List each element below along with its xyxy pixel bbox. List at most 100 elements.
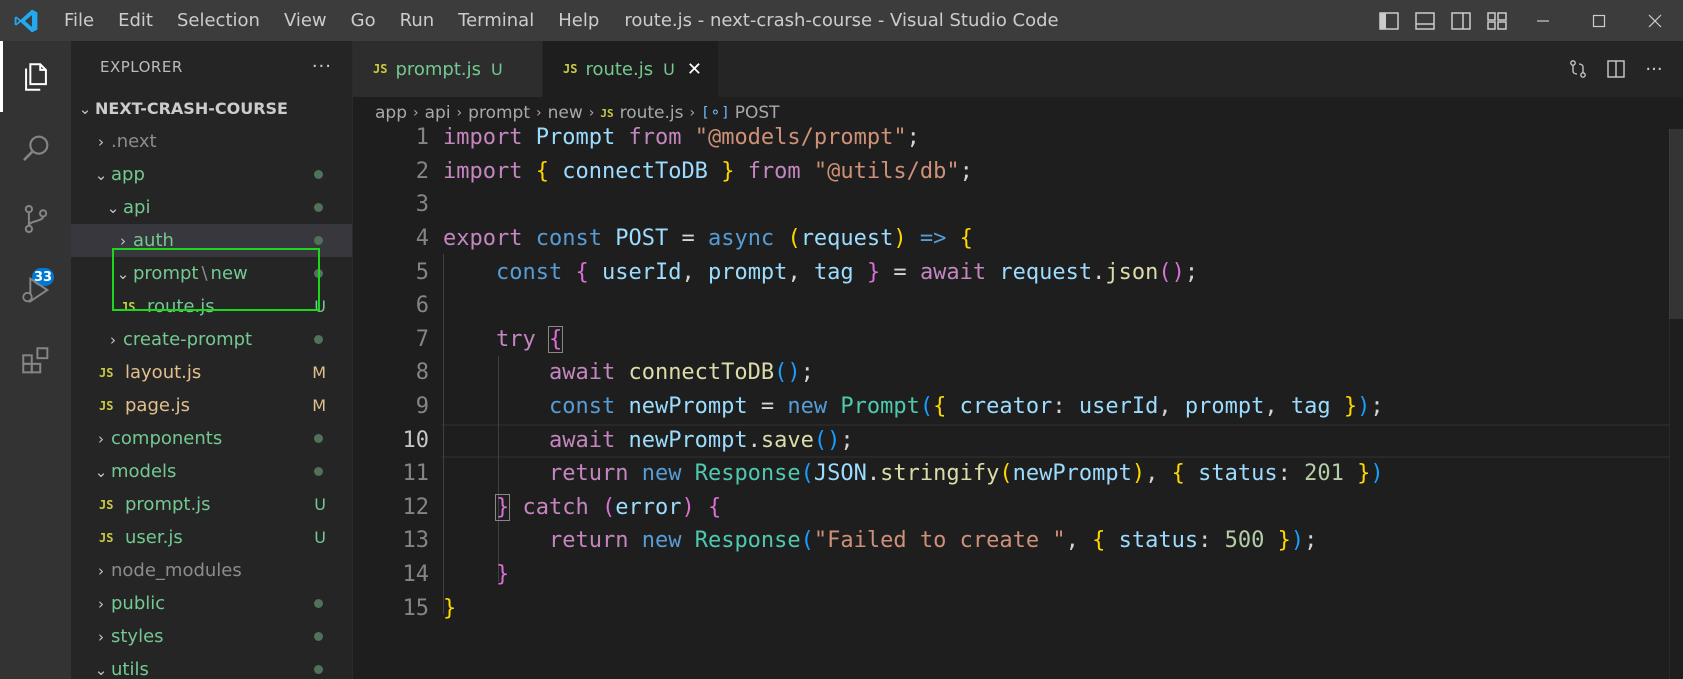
tree-item-app[interactable]: ⌄ app <box>71 158 352 191</box>
run-debug-icon[interactable] <box>0 254 71 325</box>
changes-dot <box>314 665 323 674</box>
open-changes-icon[interactable] <box>1559 58 1597 80</box>
code-text: } <box>495 562 510 588</box>
code-text: import { connectToDB } from "@utils/db"; <box>443 158 973 184</box>
source-control-icon[interactable] <box>0 183 71 254</box>
tree-item-components[interactable]: › components <box>71 422 352 455</box>
chevron-right-icon: › <box>456 105 463 121</box>
menu-go[interactable]: Go <box>339 0 388 41</box>
tree-item-node-modules[interactable]: › node_modules <box>71 554 352 587</box>
code-line-5: 5 const { userId, prompt, tag } = await … <box>353 255 1683 289</box>
tree-item-styles[interactable]: › styles <box>71 620 352 653</box>
chevron-right-icon: › <box>588 105 595 121</box>
editor-tab-bar: JS prompt.js U JS route.js U ✕ <box>353 41 1683 97</box>
tree-item-route-js[interactable]: JS route.js U <box>71 290 352 323</box>
active-indicator <box>0 41 3 112</box>
more-actions-icon[interactable]: ··· <box>312 56 332 77</box>
code-text: const { userId, prompt, tag } = await re… <box>495 259 1199 285</box>
menu-terminal[interactable]: Terminal <box>446 0 546 41</box>
customize-layout-icon[interactable] <box>1479 0 1515 41</box>
code-text: await newPrompt.save(); <box>548 427 854 453</box>
code-line-8: 8 await connectToDB(); <box>353 356 1683 390</box>
changes-dot <box>314 203 323 212</box>
vscode-logo-icon[interactable] <box>0 0 52 41</box>
tree-item-label: models <box>111 461 177 482</box>
tree-item-public[interactable]: › public <box>71 587 352 620</box>
line-number: 2 <box>415 158 429 184</box>
line-number: 11 <box>402 461 430 487</box>
tree-item-layout-js[interactable]: JS layout.js M <box>71 356 352 389</box>
tree-item-create-prompt[interactable]: › create-prompt <box>71 323 352 356</box>
close-window-icon[interactable] <box>1627 0 1683 41</box>
code-editor[interactable]: 1 import Prompt from "@models/prompt"; 2… <box>353 125 1683 679</box>
explorer-sidebar: EXPLORER ··· ⌄ NEXT-CRASH-COURSE › .next… <box>71 41 352 679</box>
split-editor-icon[interactable] <box>1597 59 1635 79</box>
code-line-6: 6 <box>353 289 1683 323</box>
code-text: await connectToDB(); <box>548 360 814 386</box>
git-status-badge: U <box>314 495 326 514</box>
chevron-down-icon: ⌄ <box>116 264 130 283</box>
code-text: return new Response(JSON.stringify(newPr… <box>548 461 1384 487</box>
tab-prompt-js[interactable]: JS prompt.js U <box>353 41 543 97</box>
chevron-right-icon: › <box>98 132 104 151</box>
menu-view[interactable]: View <box>272 0 339 41</box>
line-number: 15 <box>402 595 430 621</box>
search-icon[interactable] <box>0 112 71 183</box>
tree-item-prompt-js[interactable]: JS prompt.js U <box>71 488 352 521</box>
menu-file[interactable]: File <box>52 0 106 41</box>
code-line-1: 1 import Prompt from "@models/prompt"; <box>353 121 1683 155</box>
menu-help[interactable]: Help <box>546 0 611 41</box>
explorer-icon[interactable] <box>0 41 71 112</box>
explorer-root[interactable]: ⌄ NEXT-CRASH-COURSE <box>71 92 352 125</box>
maximize-icon[interactable] <box>1571 0 1627 41</box>
code-line-15: 15 } <box>353 591 1683 625</box>
code-line-11: 11 return new Response(JSON.stringify(ne… <box>353 457 1683 491</box>
code-line-9: 9 const newPrompt = new Prompt({ creator… <box>353 390 1683 424</box>
tab-route-js[interactable]: JS route.js U ✕ <box>543 41 719 97</box>
tree-item-label: api <box>123 197 151 218</box>
tree-item-page-js[interactable]: JS page.js M <box>71 389 352 422</box>
toggle-panel-icon[interactable] <box>1407 0 1443 41</box>
tree-item-label: app <box>111 164 145 185</box>
activity-bar: 33 <box>0 41 71 679</box>
breadcrumb-item[interactable]: app <box>375 103 407 123</box>
tree-item-user-js[interactable]: JS user.js U <box>71 521 352 554</box>
tree-item-next[interactable]: › .next <box>71 125 352 158</box>
changes-dot <box>314 434 323 443</box>
code-line-2: 2 import { connectToDB } from "@utils/db… <box>353 155 1683 189</box>
code-line-7: 7 try { <box>353 323 1683 357</box>
menu-selection[interactable]: Selection <box>165 0 272 41</box>
title-bar: File Edit Selection View Go Run Terminal… <box>0 0 1683 41</box>
breadcrumb-symbol[interactable]: POST <box>735 103 780 123</box>
changes-dot <box>314 170 323 179</box>
tree-item-label-prompt: prompt <box>133 263 199 284</box>
extensions-icon[interactable] <box>0 325 71 396</box>
tree-item-label: auth <box>133 230 174 251</box>
line-number: 8 <box>415 360 429 386</box>
tree-item-prompt-new[interactable]: ⌄ prompt \ new <box>71 257 352 290</box>
chevron-right-icon: › <box>120 231 126 250</box>
menu-edit[interactable]: Edit <box>106 0 165 41</box>
breadcrumb-item[interactable]: api <box>425 103 451 123</box>
toggle-secondary-sidebar-icon[interactable] <box>1443 0 1479 41</box>
tree-item-label: create-prompt <box>123 329 253 350</box>
editor-scrollbar-thumb[interactable] <box>1669 129 1683 319</box>
breadcrumb-file[interactable]: route.js <box>620 103 684 123</box>
breadcrumb-item[interactable]: prompt <box>468 103 530 123</box>
tree-item-label: utils <box>111 659 149 679</box>
tree-item-auth[interactable]: › auth <box>71 224 352 257</box>
close-tab-icon[interactable]: ✕ <box>687 59 702 80</box>
chevron-right-icon: › <box>98 561 104 580</box>
chevron-right-icon: › <box>98 429 104 448</box>
tree-item-utils[interactable]: ⌄ utils <box>71 653 352 679</box>
js-file-icon: JS <box>563 62 578 76</box>
minimize-icon[interactable] <box>1515 0 1571 41</box>
toggle-primary-sidebar-icon[interactable] <box>1371 0 1407 41</box>
tree-item-models[interactable]: ⌄ models <box>71 455 352 488</box>
menu-run[interactable]: Run <box>388 0 447 41</box>
chevron-down-icon: ⌄ <box>78 99 92 118</box>
breadcrumb-item[interactable]: new <box>548 103 583 123</box>
more-actions-icon[interactable]: ··· <box>1635 59 1673 80</box>
tree-item-api[interactable]: ⌄ api <box>71 191 352 224</box>
changes-dot <box>314 599 323 608</box>
